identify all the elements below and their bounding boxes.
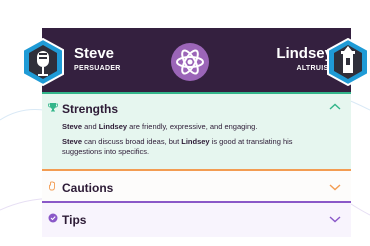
microphone-icon: [22, 37, 64, 87]
strengths-title: Strengths: [62, 102, 119, 116]
header: Steve PERSUADER Lindsey ALTRUIST: [22, 28, 369, 92]
chevron-down-icon[interactable]: [329, 183, 341, 191]
chevron-down-icon[interactable]: [329, 215, 341, 223]
left-person-type: PERSUADER: [74, 65, 121, 72]
check-circle-icon: [48, 213, 58, 223]
strengths-text-1: Steve and Lindsey are friendly, expressi…: [62, 122, 258, 131]
compatibility-card: Steve PERSUADER Lindsey ALTRUIST Strengt…: [22, 28, 369, 237]
atom-badge: [171, 43, 209, 81]
right-person-name: Lindsey: [276, 45, 333, 62]
left-person-name: Steve: [74, 45, 115, 62]
left-avatar: [22, 37, 64, 87]
strengths-section[interactable]: Strengths Steve and Lindsey are friendly…: [42, 92, 351, 169]
cautions-title: Cautions: [62, 181, 114, 195]
person-name-bold: Lindsey: [181, 137, 210, 146]
person-name-bold: Steve: [62, 137, 83, 146]
right-avatar: [327, 37, 369, 87]
lighthouse-icon: [327, 37, 369, 87]
strengths-text-2: Steve can discuss broad ideas, but Linds…: [62, 137, 293, 156]
cautions-section[interactable]: Cautions: [42, 169, 351, 201]
person-name-bold: Lindsey: [98, 122, 128, 131]
chevron-up-icon[interactable]: [329, 103, 341, 111]
tips-title: Tips: [62, 213, 87, 227]
hand-icon: [49, 181, 55, 191]
trophy-icon: [48, 103, 58, 112]
person-name-bold: Steve: [62, 122, 83, 131]
tips-section[interactable]: Tips: [42, 201, 351, 237]
atom-icon: [176, 49, 204, 75]
